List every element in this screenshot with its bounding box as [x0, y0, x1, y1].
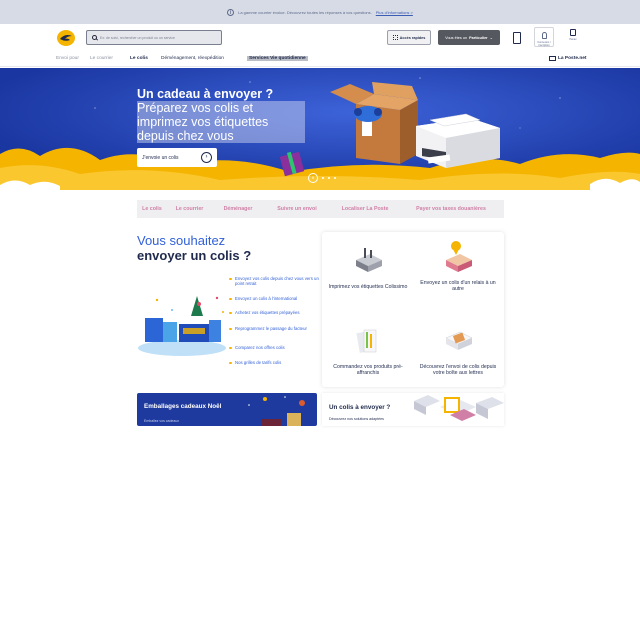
- info-banner: i La gamme courrier évolue. Découvrez to…: [0, 0, 640, 24]
- service-print-labels-text: Imprimez vos étiquettes Colissimo: [328, 284, 408, 290]
- carousel-dot[interactable]: [328, 177, 330, 179]
- envelope-icon: [549, 56, 556, 61]
- profile-select[interactable]: Vous êtes un Particulier ⌄: [438, 30, 500, 45]
- profile-value: Particulier: [469, 35, 488, 40]
- tab-taxes-douanieres[interactable]: Payer vos taxes douanières: [400, 206, 502, 212]
- parcel-solutions-subtitle: Découvrez nos solutions adaptées: [329, 417, 384, 421]
- carousel-controls: II: [308, 173, 336, 183]
- section-title-line1: Vous souhaitez: [137, 233, 226, 248]
- holiday-parcels-illustration: [138, 296, 226, 356]
- main-nav: Envoi pour Le courrier Le colis Déménage…: [0, 53, 640, 67]
- carousel-dot[interactable]: [322, 177, 324, 179]
- cart-button[interactable]: Panier: [567, 27, 579, 45]
- section-title: Vous souhaitez envoyer un colis ?: [137, 233, 251, 263]
- parcel-solutions-banner[interactable]: Un colis à envoyer ? Découvrez nos solut…: [322, 393, 504, 426]
- cart-label: Panier: [569, 38, 577, 41]
- hero-subtitle: Préparez vos colis et imprimez vos étiqu…: [137, 101, 305, 143]
- link-rates[interactable]: Nos grilles de tarifs colis: [229, 360, 319, 365]
- cart-icon: [570, 29, 576, 36]
- tab-colis[interactable]: Le colis: [137, 206, 167, 212]
- tab-suivre-envoi[interactable]: Suivre un envoi: [264, 206, 330, 212]
- service-relay-to-relay[interactable]: Envoyez un colis d'un relais à un autre: [415, 240, 501, 293]
- arrow-right-icon: ›: [201, 152, 212, 163]
- la-poste-logo[interactable]: [57, 30, 75, 46]
- service-relay-to-relay-text: Envoyez un colis d'un relais à un autre: [420, 280, 496, 293]
- service-tabs: Le colis Le courrier Déménager Suivre un…: [137, 200, 504, 218]
- service-print-labels[interactable]: Imprimez vos étiquettes Colissimo: [325, 244, 411, 290]
- info-icon: i: [227, 8, 235, 16]
- laposte-net-label: La Poste.net: [558, 56, 587, 61]
- carousel-dot[interactable]: [334, 177, 336, 179]
- service-prepaid-products-text: Commandez vos produits pré-affranchis: [333, 364, 403, 377]
- nav-item-courrier[interactable]: Le courrier: [90, 56, 113, 61]
- section-title-line2: envoyer un colis ?: [137, 248, 252, 263]
- gift-wrapping-title: Emballages cadeaux Noël: [144, 403, 222, 410]
- account-button[interactable]: Connexion / Inscription: [534, 27, 554, 47]
- tab-courrier[interactable]: Le courrier: [167, 206, 212, 212]
- quick-access-label: Accès rapides: [399, 35, 426, 40]
- account-label: Connexion / Inscription: [537, 41, 551, 47]
- hero-title: Un cadeau à envoyer ?: [137, 87, 274, 101]
- relay-point-icon: [446, 241, 472, 272]
- parcel-lockers-illustration: [414, 395, 504, 421]
- send-parcel-label: J'envoie un colis: [142, 154, 179, 161]
- parcel-solutions-title: Un colis à envoyer ?: [329, 404, 391, 411]
- service-mailbox-parcel[interactable]: Découvrez l'envoi de colis depuis votre …: [415, 324, 501, 377]
- send-parcel-button[interactable]: J'envoie un colis ›: [137, 148, 217, 167]
- gift-wrapping-subtitle: Emballez vos cadeaux: [144, 419, 180, 423]
- link-compare-offers[interactable]: Comparez nos offres colis: [229, 345, 319, 350]
- link-reschedule-delivery[interactable]: Reprogrammez le passage du facteur: [229, 326, 319, 331]
- info-banner-link[interactable]: Plus d'informations >: [376, 10, 413, 15]
- tab-demenager[interactable]: Déménager: [212, 206, 264, 212]
- parcel-mailbox-icon: [445, 331, 473, 350]
- accessibility-icon[interactable]: [512, 30, 522, 45]
- laposte-net-link[interactable]: La Poste.net: [549, 56, 587, 61]
- hero-banner: Un cadeau à envoyer ? Préparez vos colis…: [0, 68, 640, 195]
- services-card: Imprimez vos étiquettes Colissimo Envoye…: [322, 232, 504, 387]
- link-international[interactable]: Envoyez un colis à l'international: [229, 296, 319, 301]
- search-input[interactable]: Ex: de suivi, rechercher un produit ou u…: [86, 30, 222, 45]
- header: Ex: de suivi, rechercher un produit ou u…: [0, 24, 640, 53]
- prepaid-envelopes-icon: [356, 329, 377, 353]
- link-prepaid-labels[interactable]: Achetez vos étiquettes prépayées: [229, 310, 319, 315]
- nav-item-demenagement[interactable]: Déménagement, réexpédition: [161, 56, 224, 61]
- nav-item-vie-quotidienne[interactable]: Services Vie quotidienne: [247, 56, 308, 61]
- quick-access-button[interactable]: Accès rapides: [387, 30, 431, 45]
- user-icon: [541, 32, 547, 39]
- profile-prefix: Vous êtes un: [445, 35, 468, 40]
- gift-wrapping-banner[interactable]: Emballages cadeaux Noël Emballez vos cad…: [137, 393, 317, 426]
- link-send-from-home[interactable]: Envoyez vos colis depuis chez vous vers …: [229, 276, 319, 287]
- service-mailbox-parcel-text: Découvrez l'envoi de colis depuis votre …: [419, 364, 497, 377]
- nav-item-colis[interactable]: Le colis: [130, 56, 148, 61]
- printer-icon: [356, 248, 382, 272]
- search-placeholder: Ex: de suivi, rechercher un produit ou u…: [100, 35, 175, 40]
- pause-icon[interactable]: II: [308, 173, 318, 183]
- nav-item-envoi[interactable]: Envoi pour: [56, 56, 79, 61]
- chevron-down-icon: ⌄: [489, 36, 493, 40]
- page: i La gamme courrier évolue. Découvrez to…: [0, 0, 640, 640]
- tab-localiser[interactable]: Localiser La Poste: [330, 206, 400, 212]
- service-prepaid-products[interactable]: Commandez vos produits pré-affranchis: [325, 324, 411, 377]
- grid-icon: [392, 35, 398, 40]
- info-banner-text: La gamme courrier évolue. Découvrez tout…: [238, 9, 372, 15]
- search-icon: [92, 35, 97, 40]
